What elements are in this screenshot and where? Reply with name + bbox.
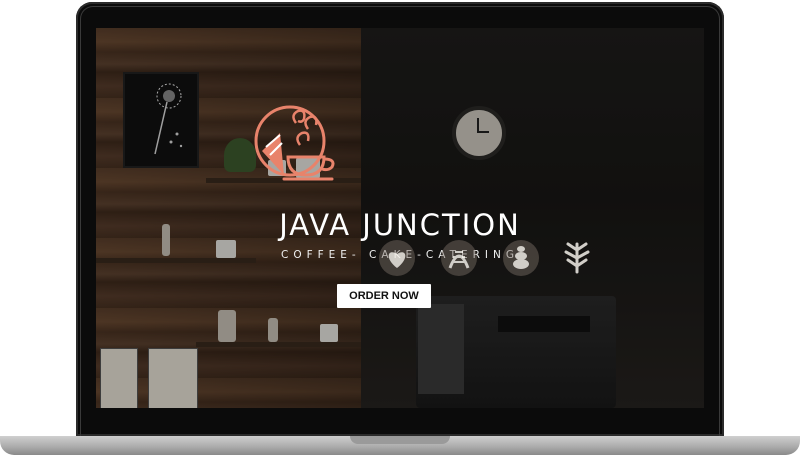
laptop-base-notch <box>350 436 450 444</box>
order-now-button[interactable]: ORDER NOW <box>337 284 431 308</box>
latte-art-tulip-icon <box>503 240 539 276</box>
latte-art-leaf-icon <box>564 242 590 274</box>
latte-art-heart-icon <box>379 240 415 276</box>
brand-title: JAVA JUNCTION <box>279 208 521 242</box>
coffee-cake-logo-icon <box>254 105 335 181</box>
latte-art-rosetta-icon <box>441 240 477 276</box>
